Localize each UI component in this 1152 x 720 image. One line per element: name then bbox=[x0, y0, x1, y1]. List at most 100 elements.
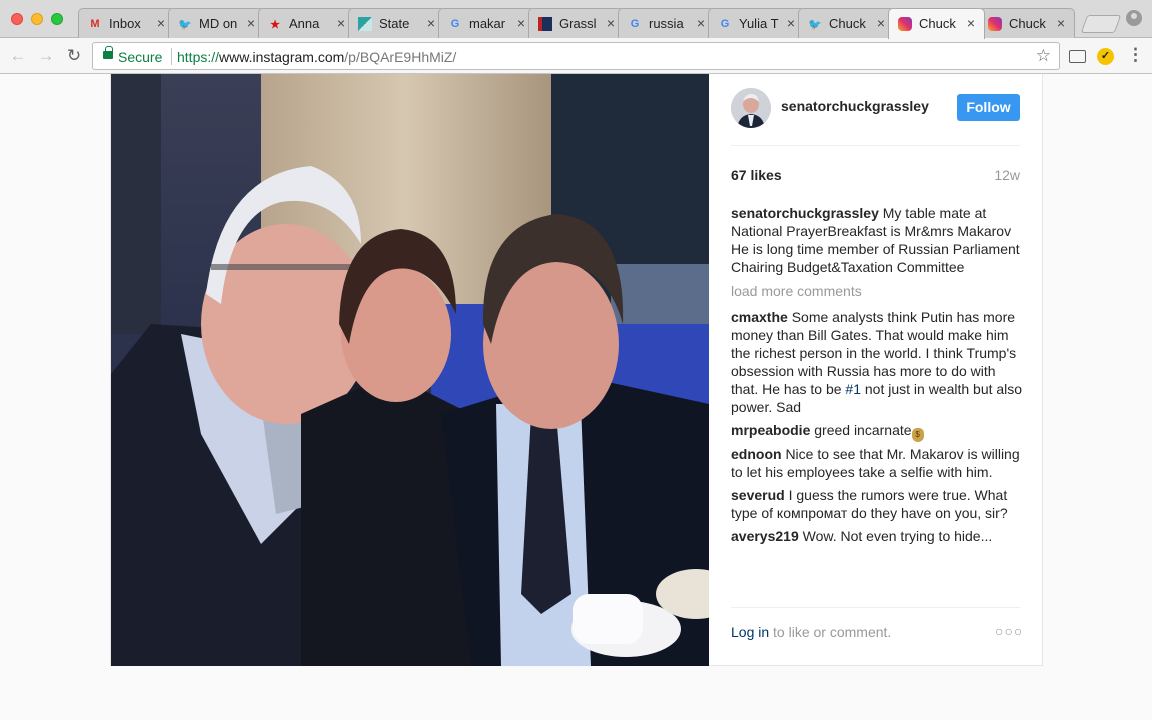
selfie-photo bbox=[111, 74, 709, 666]
load-more-comments-link[interactable]: load more comments bbox=[731, 282, 1023, 300]
tab-russia[interactable]: G russia × bbox=[618, 8, 715, 38]
login-link[interactable]: Log in bbox=[731, 624, 769, 640]
comment: severud I guess the rumors were true. Wh… bbox=[731, 486, 1023, 522]
browser-toolbar: ← → ↻ Secure https://www.instagram.com/p… bbox=[0, 38, 1152, 74]
hashtag-link[interactable]: #1 bbox=[845, 381, 861, 397]
close-tab-icon[interactable]: × bbox=[427, 15, 435, 31]
gmail-icon: M bbox=[90, 18, 100, 30]
close-tab-icon[interactable]: × bbox=[607, 15, 615, 31]
divider bbox=[171, 48, 172, 65]
tab-anna[interactable]: ★ Anna × bbox=[258, 8, 355, 38]
bookmark-star-icon[interactable]: ☆ bbox=[1036, 46, 1051, 66]
likes-count[interactable]: 67 likes bbox=[731, 167, 782, 183]
divider bbox=[731, 607, 1020, 608]
address-bar[interactable]: Secure https://www.instagram.com/p/BQArE… bbox=[92, 42, 1060, 70]
comments-list: senatorchuckgrassley My table mate at Na… bbox=[731, 204, 1023, 598]
url-path: /p/BQArE9HhMiZ/ bbox=[344, 49, 457, 65]
tab-label: MD on bbox=[199, 16, 238, 31]
instagram-post: senatorchuckgrassley Follow 67 likes 12w… bbox=[110, 74, 1043, 666]
instagram-icon bbox=[897, 16, 913, 32]
reload-icon[interactable]: ↻ bbox=[63, 45, 85, 67]
tab-chuck-twitter[interactable]: 🐦 Chuck × bbox=[798, 8, 895, 38]
chrome-menu-icon[interactable]: ⋮ bbox=[1127, 45, 1144, 65]
avatar[interactable] bbox=[731, 88, 771, 128]
post-sidebar: senatorchuckgrassley Follow 67 likes 12w… bbox=[709, 74, 1044, 666]
tab-label: russia bbox=[649, 16, 684, 31]
comment-text: greed incarnate bbox=[814, 422, 912, 438]
instagram-icon bbox=[987, 16, 1003, 32]
minimize-window-button[interactable] bbox=[31, 13, 43, 25]
red-star-icon: ★ bbox=[270, 18, 280, 31]
tab-label: Yulia T bbox=[739, 16, 779, 31]
tab-md[interactable]: 🐦 MD on × bbox=[168, 8, 265, 38]
cast-icon[interactable] bbox=[1069, 50, 1086, 63]
tab-label: Anna bbox=[289, 16, 320, 31]
caption: senatorchuckgrassley My table mate at Na… bbox=[731, 204, 1023, 276]
forward-icon[interactable]: → bbox=[35, 45, 57, 67]
fullscreen-window-button[interactable] bbox=[51, 13, 63, 25]
new-tab-button[interactable] bbox=[1080, 15, 1122, 33]
comment: cmaxthe Some analysts think Putin has mo… bbox=[731, 308, 1023, 416]
tab-label: State bbox=[379, 16, 410, 31]
news-site-icon bbox=[537, 16, 553, 32]
tab-yulia[interactable]: G Yulia T × bbox=[708, 8, 805, 38]
lock-icon bbox=[103, 46, 113, 59]
close-tab-icon[interactable]: × bbox=[247, 15, 255, 31]
google-icon: G bbox=[450, 18, 460, 30]
post-username[interactable]: senatorchuckgrassley bbox=[781, 98, 929, 114]
comment: mrpeabodie greed incarnate $ bbox=[731, 421, 1023, 442]
comment-username[interactable]: averys219 bbox=[731, 528, 799, 544]
avatar-image bbox=[731, 88, 771, 128]
comment: averys219 Wow. Not even trying to hide..… bbox=[731, 527, 1023, 545]
tab-label: Chuck bbox=[829, 16, 866, 31]
profile-icon[interactable] bbox=[1126, 10, 1142, 26]
follow-button[interactable]: Follow bbox=[957, 94, 1020, 121]
close-window-button[interactable] bbox=[11, 13, 23, 25]
tab-inbox[interactable]: M Inbox × bbox=[78, 8, 175, 38]
close-tab-icon[interactable]: × bbox=[517, 15, 525, 31]
tab-grassl[interactable]: Grassl × bbox=[528, 8, 625, 38]
tab-label: makar bbox=[469, 16, 506, 31]
comment: ednoon Nice to see that Mr. Makarov is w… bbox=[731, 445, 1023, 481]
login-prompt: Log in to like or comment. bbox=[731, 624, 891, 640]
close-tab-icon[interactable]: × bbox=[697, 15, 705, 31]
comments-fade bbox=[731, 586, 1023, 600]
tab-label: Inbox bbox=[109, 16, 141, 31]
tab-state[interactable]: State × bbox=[348, 8, 445, 38]
state-site-icon bbox=[357, 16, 373, 32]
caption-username[interactable]: senatorchuckgrassley bbox=[731, 205, 879, 221]
post-age[interactable]: 12w bbox=[989, 167, 1020, 183]
close-tab-icon[interactable]: × bbox=[967, 15, 975, 31]
comment-text: Wow. Not even trying to hide... bbox=[802, 528, 993, 544]
comment-username[interactable]: ednoon bbox=[731, 446, 782, 462]
close-tab-icon[interactable]: × bbox=[1057, 15, 1065, 31]
tab-makar[interactable]: G makar × bbox=[438, 8, 535, 38]
url-host: www.instagram.com bbox=[219, 49, 345, 65]
close-tab-icon[interactable]: × bbox=[337, 15, 345, 31]
close-tab-icon[interactable]: × bbox=[877, 15, 885, 31]
url-text[interactable]: https://www.instagram.com/p/BQArE9HhMiZ/ bbox=[177, 49, 456, 65]
norton-extension-icon[interactable]: ✓ bbox=[1097, 48, 1114, 65]
tab-chuck-instagram[interactable]: Chuck × bbox=[978, 8, 1075, 38]
tab-label: Chuck bbox=[919, 16, 956, 31]
money-bag-emoji-icon: $ bbox=[911, 428, 924, 442]
tab-chuck-instagram-active[interactable]: Chuck × bbox=[888, 8, 985, 39]
close-tab-icon[interactable]: × bbox=[157, 15, 165, 31]
tab-strip: M Inbox × 🐦 MD on × ★ Anna × State × G m… bbox=[0, 0, 1152, 39]
twitter-icon: 🐦 bbox=[808, 18, 822, 31]
tab-label: Grassl bbox=[559, 16, 597, 31]
tab-label: Chuck bbox=[1009, 16, 1046, 31]
comment-username[interactable]: severud bbox=[731, 487, 785, 503]
secure-label: Secure bbox=[118, 49, 163, 65]
url-scheme: https:// bbox=[177, 49, 220, 65]
back-icon[interactable]: ← bbox=[7, 45, 29, 67]
post-photo[interactable] bbox=[111, 74, 709, 666]
more-options-icon[interactable]: ○○○ bbox=[995, 623, 1023, 639]
google-icon: G bbox=[630, 18, 640, 30]
close-tab-icon[interactable]: × bbox=[787, 15, 795, 31]
twitter-icon: 🐦 bbox=[178, 18, 192, 31]
comment-username[interactable]: cmaxthe bbox=[731, 309, 788, 325]
login-prompt-text: to like or comment. bbox=[769, 624, 892, 640]
divider bbox=[731, 145, 1020, 146]
comment-username[interactable]: mrpeabodie bbox=[731, 422, 810, 438]
